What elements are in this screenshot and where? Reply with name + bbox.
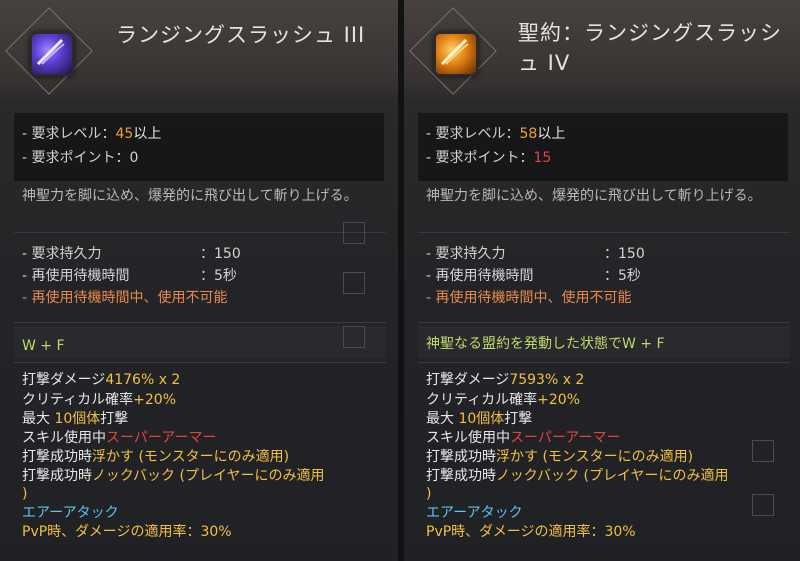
background-slot — [752, 494, 774, 516]
skill-title: 聖約：ランジングスラッシュ IV — [518, 21, 782, 75]
skill-title: ランジングスラッシュ III — [116, 23, 366, 47]
skill-icon-frame — [409, 7, 497, 95]
float-effect: 打撃成功時浮かす (モンスターにのみ適用) — [426, 449, 694, 465]
required-points: - 要求ポイント：0 — [22, 150, 139, 166]
cooldown-warning: - 再使用待機時間中、使用不可能 — [22, 290, 228, 306]
damage: 打撃ダメージ4176% x 2 — [22, 372, 181, 388]
orange-slash-icon — [434, 32, 478, 76]
purple-slash-icon — [30, 32, 74, 76]
command-keys: W + F — [22, 338, 65, 354]
pvp-rate: PvP時、ダメージの適用率：30% — [22, 524, 232, 540]
background-slot — [343, 272, 365, 294]
float-effect: 打撃成功時浮かす (モンスターにのみ適用) — [22, 449, 290, 465]
critical-rate: クリティカル確率+20% — [22, 392, 177, 408]
skill-tooltip-right: 聖約：ランジングスラッシュ IV - 要求レベル：58以上 - 要求ポイント：1… — [404, 0, 800, 561]
max-targets: 最大 10個体打撃 — [426, 411, 533, 427]
divider — [14, 362, 386, 363]
knockback-close: ) — [22, 486, 28, 502]
cooldown-warning: - 再使用待機時間中、使用不可能 — [426, 290, 632, 306]
skill-icon-frame — [5, 7, 93, 95]
skill-description: 神聖力を脚に込め、爆発的に飛び出して斬り上げる。 — [426, 188, 762, 204]
divider — [418, 362, 790, 363]
required-level: - 要求レベル：45以上 — [22, 126, 162, 142]
skill-description: 神聖力を脚に込め、爆発的に飛び出して斬り上げる。 — [22, 188, 358, 204]
divider — [14, 322, 386, 323]
knockback-effect: 打撃成功時ノックバック (プレイヤーにのみ適用 — [22, 468, 325, 484]
knockback-effect: 打撃成功時ノックバック (プレイヤーにのみ適用 — [426, 468, 729, 484]
knockback-close: ) — [426, 486, 432, 502]
background-slot — [343, 222, 365, 244]
background-slot — [752, 440, 774, 462]
required-stamina: - 要求持久力 ：150 — [426, 246, 645, 262]
critical-rate: クリティカル確率+20% — [426, 392, 581, 408]
air-attack: エアーアタック — [22, 505, 119, 521]
command-keys: 神聖なる盟約を発動した状態でW + F — [426, 336, 665, 352]
skill-use-effect: スキル使用中スーパーアーマー — [22, 430, 217, 446]
max-targets: 最大 10個体打撃 — [22, 411, 129, 427]
air-attack: エアーアタック — [426, 505, 523, 521]
cooldown: - 再使用待機時間 ：5秒 — [426, 268, 641, 284]
divider — [14, 232, 386, 233]
divider — [418, 322, 790, 323]
pvp-rate: PvP時、ダメージの適用率：30% — [426, 524, 636, 540]
required-level: - 要求レベル：58以上 — [426, 126, 566, 142]
skill-tooltip-left: ランジングスラッシュ III - 要求レベル：45以上 - 要求ポイント：0 神… — [0, 0, 398, 561]
skill-use-effect: スキル使用中スーパーアーマー — [426, 430, 621, 446]
cooldown: - 再使用待機時間 ：5秒 — [22, 268, 237, 284]
background-slot — [343, 326, 365, 348]
required-points: - 要求ポイント：15 — [426, 150, 552, 166]
damage: 打撃ダメージ7593% x 2 — [426, 372, 585, 388]
command-section — [14, 326, 386, 358]
divider — [418, 232, 790, 233]
required-stamina: - 要求持久力 ：150 — [22, 246, 241, 262]
